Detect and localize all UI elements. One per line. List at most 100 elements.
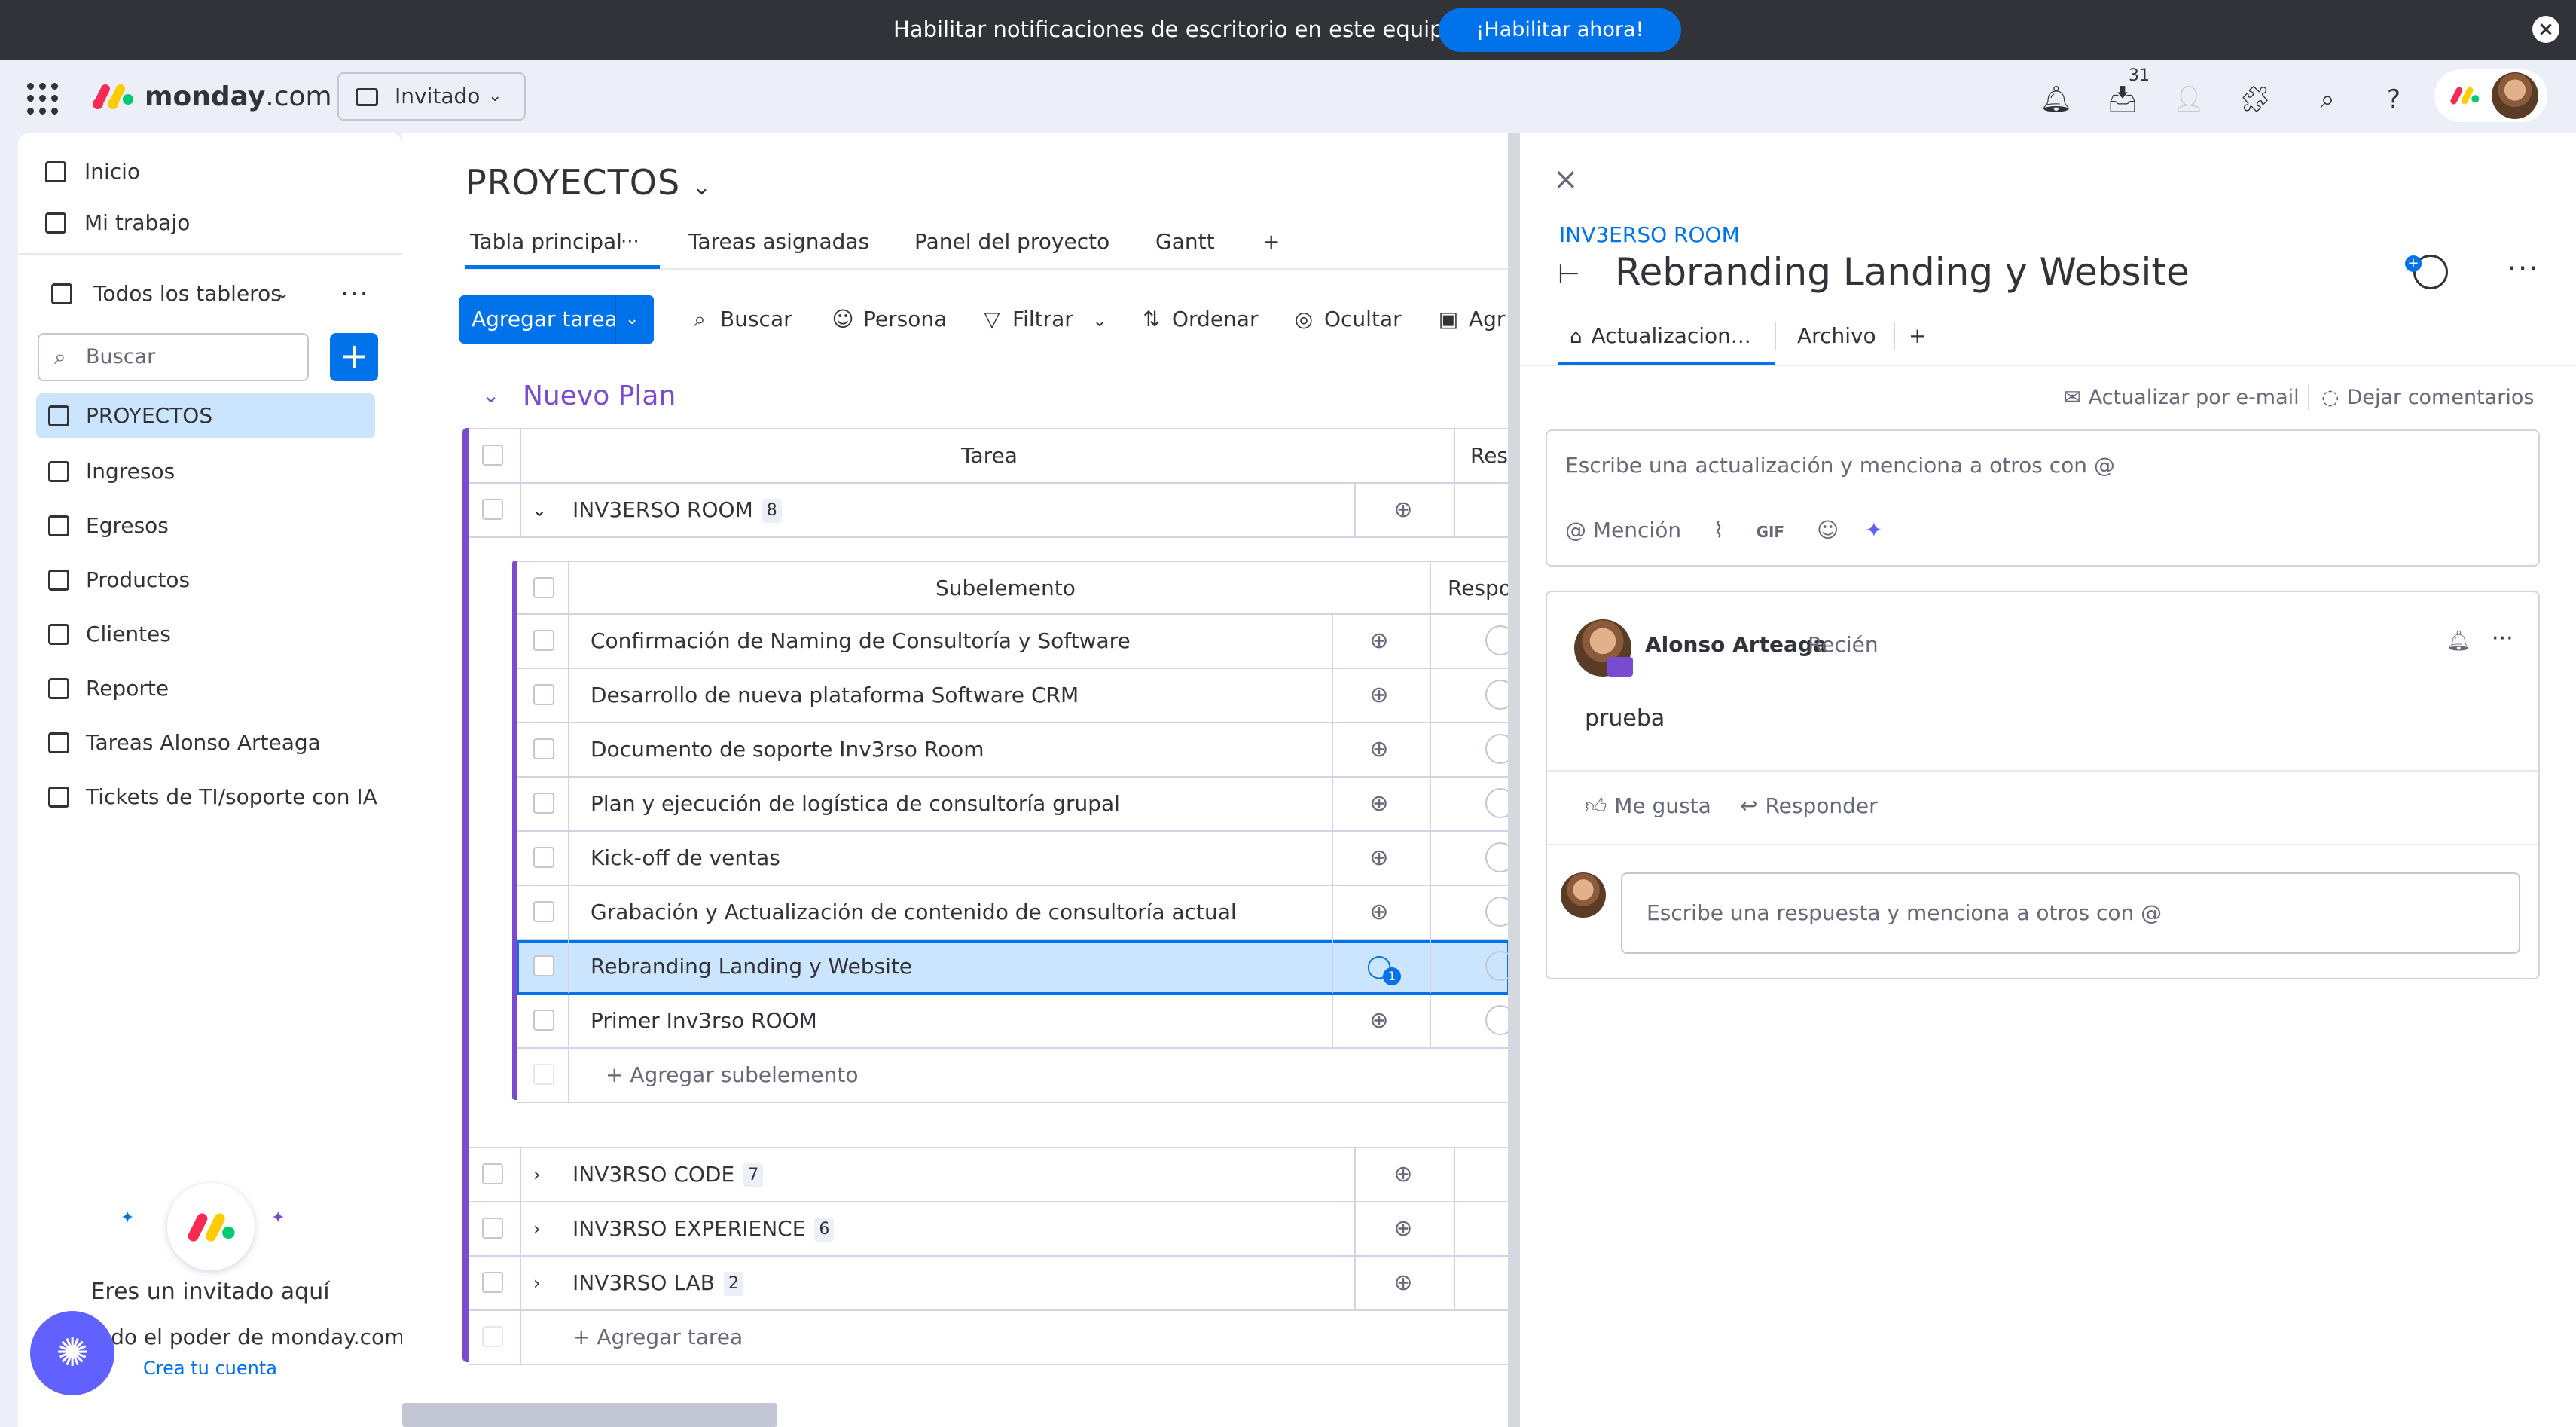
chevron-down-icon[interactable]: ⌄ (625, 295, 639, 344)
add-update-icon[interactable]: ⊕ (1390, 1216, 1416, 1242)
add-update-icon[interactable]: ⊕ (1366, 737, 1392, 762)
board-title[interactable]: PROYECTOS ⌄ (465, 160, 712, 210)
table-row[interactable]: › INV3RSO CODE 7 ⊕ (469, 1148, 1509, 1202)
row-checkbox[interactable] (533, 793, 554, 814)
toolbar-sort[interactable]: ⇅ Ordenar (1140, 298, 1258, 341)
subitem-name[interactable]: Desarrollo de nueva plataforma Software … (591, 669, 1079, 722)
add-update-icon[interactable]: ⊕ (1366, 683, 1392, 708)
toolbar-hide[interactable]: ◎ Ocultar (1293, 298, 1402, 341)
chevron-right-icon[interactable]: › (533, 1257, 541, 1309)
add-task-input[interactable]: + Agregar tarea (572, 1311, 743, 1364)
row-checkbox[interactable] (533, 955, 554, 976)
add-update-icon[interactable]: ⊕ (1390, 1270, 1416, 1296)
item-name[interactable]: INV3RSO LAB 2 (572, 1257, 743, 1309)
horizontal-scrollbar[interactable] (402, 1403, 777, 1427)
subitem-name[interactable]: Plan y ejecución de logística de consult… (591, 778, 1120, 830)
subitem-name[interactable]: Kick-off de ventas (591, 832, 780, 885)
tab-gantt[interactable]: Gantt (1155, 223, 1215, 261)
table-row[interactable]: › INV3RSO EXPERIENCE 6 ⊕ (469, 1202, 1509, 1257)
table-row-selected[interactable]: Rebranding Landing y Website ◯ 1 (517, 940, 1515, 995)
more-options-icon[interactable]: ··· (340, 279, 369, 309)
select-all-checkbox[interactable] (482, 445, 503, 466)
help-icon[interactable]: ? (2374, 80, 2413, 119)
reply-button[interactable]: ↩ Responder (1740, 790, 1878, 823)
inbox-icon[interactable]: 📥︎ (2103, 80, 2142, 119)
tab-tabla-principal[interactable]: Tabla principal (470, 223, 622, 261)
attach-icon[interactable]: ⌇ (1714, 518, 1724, 542)
nav-my-work[interactable]: Mi trabajo (27, 200, 374, 246)
tab-more-icon[interactable]: ··· (621, 223, 639, 261)
help-assistant-button[interactable]: ✺ (30, 1311, 114, 1395)
sidebar-search-input[interactable]: ⌕ Buscar (38, 333, 309, 381)
chevron-right-icon[interactable]: › (533, 1148, 541, 1201)
panel-title[interactable]: Rebranding Landing y Website (1615, 246, 2190, 298)
add-update-icon[interactable]: ⊕ (1390, 497, 1416, 523)
reply-input[interactable]: Escribe una respuesta y menciona a otros… (1621, 872, 2520, 954)
user-avatar[interactable] (2492, 72, 2538, 119)
add-board-button[interactable]: + (330, 333, 378, 381)
subitem-name[interactable]: Documento de soporte Inv3rso Room (591, 723, 984, 776)
workspace-selector[interactable]: Invitado ⌄ (337, 72, 526, 121)
subitem-name[interactable]: Rebranding Landing y Website (591, 940, 912, 993)
panel-tab-updates[interactable]: ⌂ Actualizacion... (1570, 318, 1751, 355)
add-update-icon[interactable]: ⊕ (1390, 1162, 1416, 1187)
sidebar-item-egresos[interactable]: Egresos (36, 503, 383, 548)
group-title[interactable]: Nuevo Plan (523, 378, 676, 414)
apps-grid-icon[interactable] (27, 83, 59, 115)
row-checkbox[interactable] (533, 630, 554, 651)
add-subitem-row[interactable]: + Agregar subelemento (517, 1049, 1509, 1103)
post-author[interactable]: Alonso Arteaga (1645, 628, 1827, 662)
close-panel-icon[interactable]: × (1553, 163, 1579, 196)
tab-tareas-asignadas[interactable]: Tareas asignadas (688, 223, 869, 261)
chevron-right-icon[interactable]: › (533, 1202, 541, 1255)
add-update-icon[interactable]: ⊕ (1366, 1008, 1392, 1034)
gif-button[interactable]: GIF (1757, 523, 1785, 541)
post-more-icon[interactable]: ··· (2492, 625, 2513, 652)
add-task-row[interactable]: + Agregar tarea (469, 1311, 1509, 1365)
bell-icon[interactable]: 🔔︎ (2037, 80, 2076, 119)
row-checkbox[interactable] (482, 1218, 503, 1239)
update-input[interactable]: Escribe una actualización y menciona a o… (1565, 451, 2115, 481)
row-checkbox[interactable] (533, 684, 554, 705)
add-subitem-input[interactable]: + Agregar subelemento (606, 1049, 858, 1102)
chevron-down-icon[interactable]: ⌄ (532, 484, 547, 536)
row-checkbox[interactable] (533, 901, 554, 922)
select-all-subitems-checkbox[interactable] (533, 577, 554, 598)
search-icon[interactable]: ⌕ (2308, 80, 2347, 119)
chevron-down-icon[interactable]: ⌄ (482, 383, 499, 408)
row-checkbox[interactable] (533, 738, 554, 759)
subitem-name[interactable]: Primer Inv3rso ROOM (591, 995, 817, 1047)
subitem-name[interactable]: Confirmación de Naming de Consultoría y … (591, 615, 1131, 668)
subitem-name[interactable]: Grabación y Actualización de contenido d… (591, 886, 1237, 939)
like-button[interactable]: 👍︎ Me gusta (1585, 790, 1711, 823)
sidebar-item-clientes[interactable]: Clientes (36, 612, 383, 657)
table-row[interactable]: Confirmación de Naming de Consultoría y … (517, 615, 1515, 669)
toolbar-search[interactable]: ⌕ Buscar (688, 298, 792, 341)
add-update-icon[interactable]: ⊕ (1366, 900, 1392, 925)
table-row[interactable]: Plan y ejecución de logística de consult… (517, 778, 1515, 832)
table-row[interactable]: Desarrollo de nueva plataforma Software … (517, 669, 1515, 723)
add-update-icon[interactable]: ⊕ (1366, 845, 1392, 871)
sidebar-item-tareas-alonso[interactable]: Tareas Alonso Arteaga (36, 720, 383, 765)
add-person-icon[interactable]: + (2405, 255, 2448, 289)
add-update-icon[interactable]: ⊕ (1366, 791, 1392, 817)
panel-tab-files[interactable]: Archivo (1797, 318, 1876, 354)
sidebar-item-tickets[interactable]: Tickets de TI/soporte con IA (36, 775, 383, 820)
row-checkbox[interactable] (533, 847, 554, 868)
close-icon[interactable]: × (2532, 16, 2559, 43)
table-row[interactable]: Kick-off de ventas ⊕ (517, 832, 1515, 886)
row-checkbox[interactable] (482, 499, 503, 520)
toolbar-filter[interactable]: ▽ Filtrar ⌄ (981, 298, 1106, 343)
apps-puzzle-icon[interactable]: 🧩︎ (2236, 80, 2275, 119)
panel-add-tab-icon[interactable]: + (1909, 318, 1926, 354)
toolbar-person[interactable]: ☺︎ Persona (832, 298, 947, 341)
enable-notifications-button[interactable]: ¡Habilitar ahora! (1439, 8, 1681, 52)
table-row[interactable]: Grabación y Actualización de contenido d… (517, 886, 1515, 940)
table-row[interactable]: ⌄ INV3ERSO ROOM 8 ⊕ (469, 484, 1509, 538)
sidebar-item-ingresos[interactable]: Ingresos (36, 449, 383, 494)
toolbar-group[interactable]: ▣ Agr (1437, 298, 1506, 341)
mention-button[interactable]: @ Mención (1565, 518, 1681, 542)
row-checkbox[interactable] (482, 1272, 503, 1293)
emoji-icon[interactable]: ☺ (1817, 518, 1839, 542)
sidebar-item-proyectos[interactable]: PROYECTOS (36, 393, 375, 438)
